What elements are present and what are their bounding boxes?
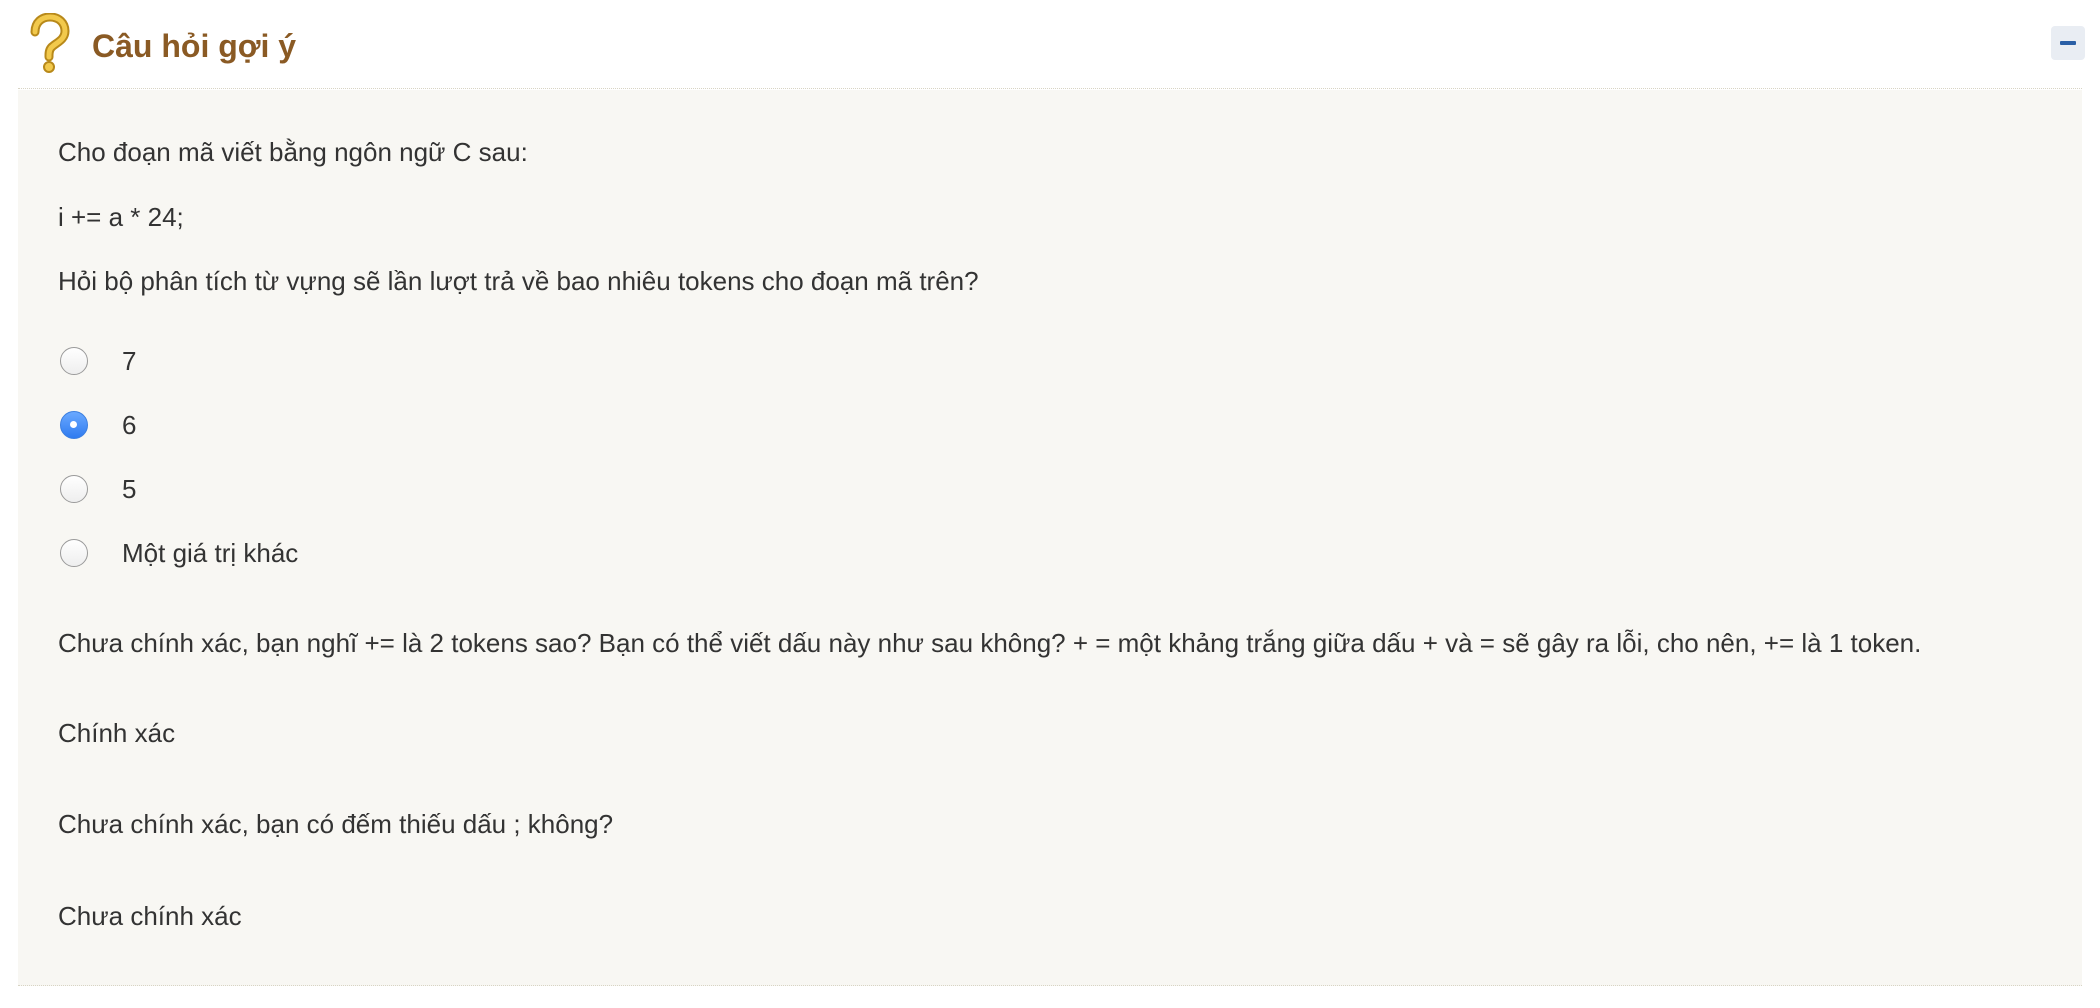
collapse-button[interactable] — [2051, 26, 2085, 60]
feedback-text: Chưa chính xác, bạn nghĩ += là 2 tokens … — [58, 628, 1922, 658]
minus-icon — [2060, 41, 2076, 45]
section-header: Câu hỏi gợi ý — [18, 0, 2085, 89]
option-other[interactable]: Một giá trị khác — [58, 534, 858, 574]
option-7[interactable]: 7 — [58, 342, 858, 382]
radio-button[interactable] — [60, 347, 88, 375]
section-title: Câu hỏi gợi ý — [92, 28, 297, 64]
feedback-text: Chính xác — [58, 718, 176, 748]
question-intro: Cho đoạn mã viết bằng ngôn ngữ C sau: — [58, 137, 528, 167]
radio-button[interactable] — [60, 475, 88, 503]
question-prompt: Hỏi bộ phân tích từ vựng sẽ lần lượt trả… — [58, 266, 979, 296]
help-question-icon — [30, 13, 70, 73]
option-label: 7 — [122, 346, 137, 376]
option-label: 6 — [122, 410, 137, 440]
radio-button[interactable] — [60, 539, 88, 567]
option-5[interactable]: 5 — [58, 470, 858, 510]
option-label: Một giá trị khác — [122, 538, 299, 568]
radio-button-selected[interactable] — [60, 411, 88, 439]
question-panel: Cho đoạn mã viết bằng ngôn ngữ C sau: i … — [18, 90, 2082, 986]
code-snippet: i += a * 24; — [58, 202, 184, 232]
feedback-text: Chưa chính xác, bạn có đếm thiếu dấu ; k… — [58, 809, 614, 839]
option-6[interactable]: 6 — [58, 406, 858, 446]
feedback-text: Chưa chính xác — [58, 901, 242, 931]
option-label: 5 — [122, 474, 137, 504]
